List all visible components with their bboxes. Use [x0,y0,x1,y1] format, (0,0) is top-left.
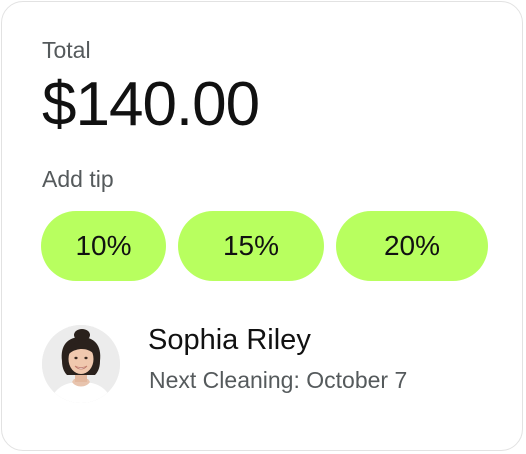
tip-10-button[interactable]: 10% [41,211,166,281]
cleaner-name: Sophia Riley [148,324,311,356]
total-label: Total [42,37,91,63]
next-cleaning-date: Next Cleaning: October 7 [149,367,408,393]
add-tip-label: Add tip [42,166,114,192]
avatar-portrait-icon [42,325,120,403]
avatar [42,325,120,403]
tip-20-button[interactable]: 20% [336,211,488,281]
payment-card: Total $140.00 Add tip 10% 15% 20% Sophia… [1,1,523,451]
tip-15-button[interactable]: 15% [178,211,324,281]
total-amount: $140.00 [42,70,260,139]
tip-options: 10% 15% 20% [41,211,488,281]
